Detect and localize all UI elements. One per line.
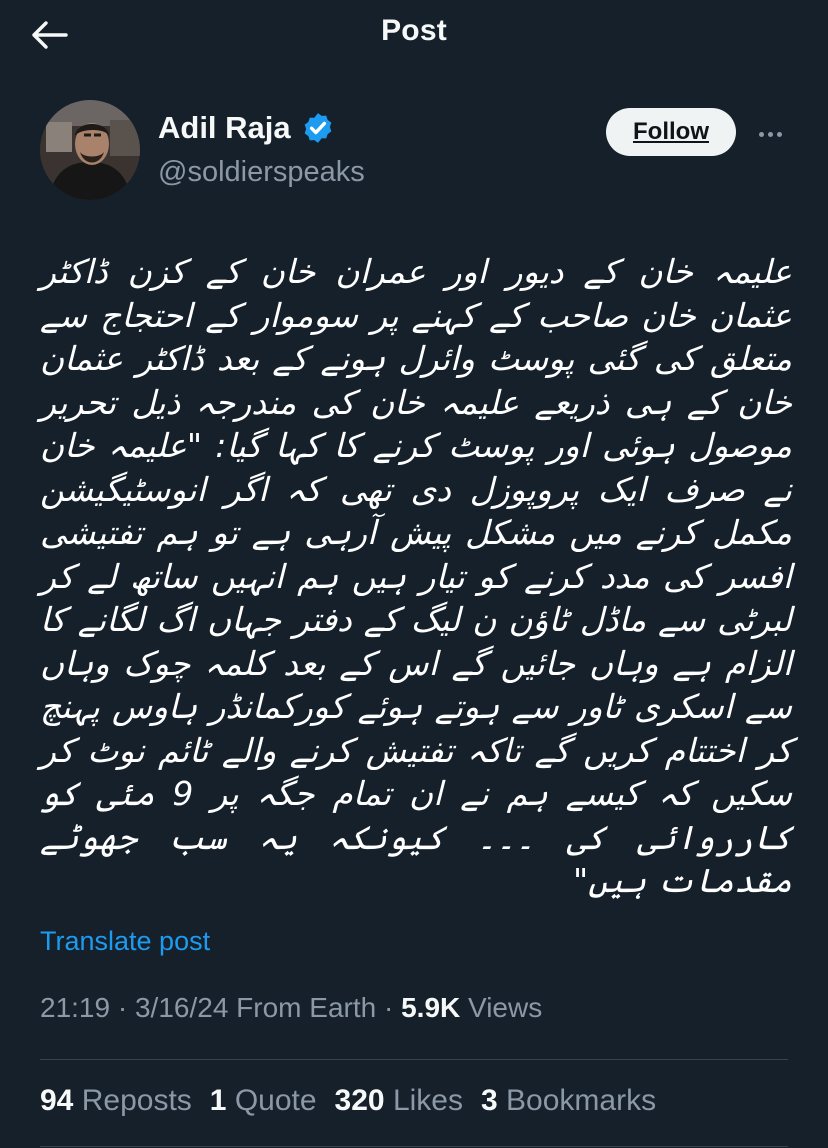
more-options-button[interactable] <box>752 116 788 152</box>
page-title: Post <box>381 14 447 47</box>
author-display-name[interactable]: Adil Raja <box>158 110 291 146</box>
likes-count: 320 <box>334 1084 385 1117</box>
views-count: 5.9K <box>401 992 461 1023</box>
likes-stat[interactable]: 320 Likes <box>335 1084 463 1118</box>
quotes-label: Quote <box>234 1084 317 1117</box>
verified-badge-icon <box>304 113 331 143</box>
author-handle[interactable]: @soldierspeaks <box>158 156 365 189</box>
post-text: علیمہ خان کے دیور اور عمران خان کے کزن ڈ… <box>29 252 792 900</box>
translate-post-link[interactable]: Translate post <box>40 926 210 957</box>
quotes-count: 1 <box>209 1084 227 1117</box>
more-dot <box>767 131 773 137</box>
bookmarks-count: 3 <box>481 1084 498 1117</box>
reposts-label: Reposts <box>81 1084 192 1117</box>
likes-label: Likes <box>392 1084 463 1117</box>
separator-dot: · <box>383 992 402 1023</box>
author-name-row[interactable]: Adil Raja <box>158 110 335 146</box>
divider <box>40 1059 788 1060</box>
post-time[interactable]: 21:19 <box>40 992 110 1023</box>
top-bar: Post <box>0 0 828 68</box>
quotes-stat[interactable]: 1 Quote <box>210 1084 317 1118</box>
engagement-stats: 94 Reposts 1 Quote 320 Likes 3 Bookmarks <box>40 1084 656 1118</box>
more-dot <box>776 131 782 137</box>
bookmarks-label: Bookmarks <box>506 1084 657 1117</box>
post-source: From Earth <box>236 992 377 1023</box>
follow-button[interactable]: Follow <box>606 108 736 156</box>
separator-dot: · <box>117 992 135 1023</box>
post-date[interactable]: 3/16/24 <box>135 992 228 1023</box>
avatar[interactable] <box>40 100 140 200</box>
reposts-count: 94 <box>40 1084 74 1117</box>
divider <box>40 1146 788 1147</box>
bookmarks-stat[interactable]: 3 Bookmarks <box>481 1084 656 1118</box>
reposts-stat[interactable]: 94 Reposts <box>40 1084 192 1118</box>
views-label: Views <box>468 992 543 1023</box>
avatar-photo <box>40 100 140 200</box>
post-metadata: 21:19 · 3/16/24 From Earth · 5.9K Views <box>40 992 542 1024</box>
more-dots-icon <box>758 131 764 137</box>
